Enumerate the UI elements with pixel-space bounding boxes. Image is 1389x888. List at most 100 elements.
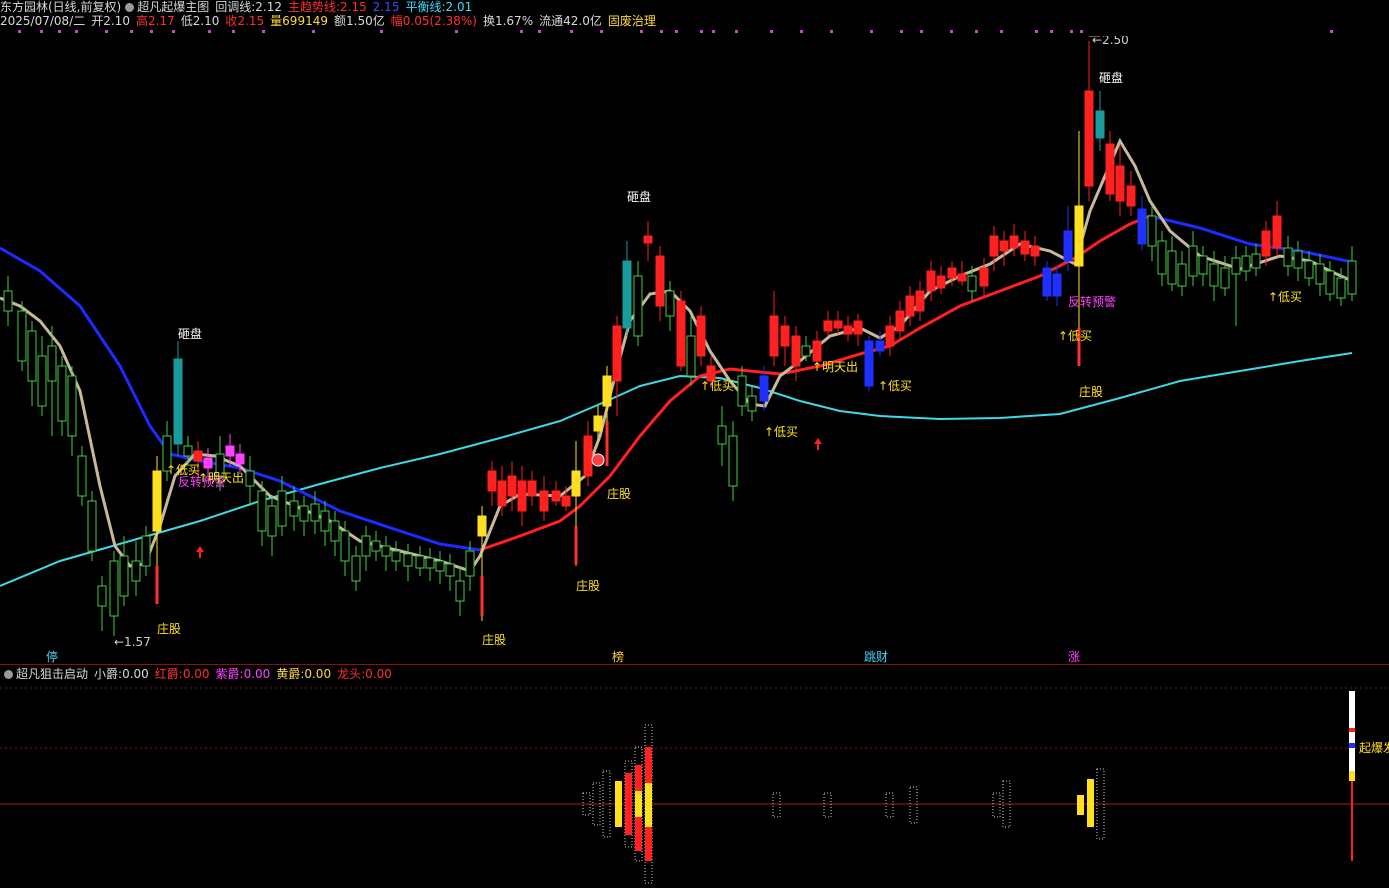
candle-body [57, 365, 67, 422]
low-label: 低 [180, 14, 193, 28]
candle-body [633, 275, 643, 337]
candle-body [1241, 255, 1251, 272]
retrace-line [0, 137, 1353, 573]
signal-dot [262, 30, 265, 33]
candle-body [277, 490, 287, 527]
candle-body [1042, 267, 1052, 297]
indicator-name[interactable]: 超凡起爆主图 [137, 0, 209, 14]
float-value: 42.0亿 [563, 14, 602, 28]
candle-body [1198, 255, 1208, 275]
zijue-label: 紫爵: [215, 667, 244, 681]
candle-body [1272, 215, 1282, 249]
signal-dot [920, 30, 923, 33]
smash-label: 砸盘 [627, 189, 651, 204]
candle-body [340, 530, 350, 562]
turnover-label: 换 [482, 14, 495, 28]
tag-halt-label: 停 [46, 650, 59, 664]
candle-body [391, 550, 401, 562]
sector-label[interactable]: 固废治理 [608, 14, 656, 28]
signal-bar [1077, 795, 1084, 815]
candle-body [109, 560, 119, 617]
sub-indicator-chart[interactable]: 起爆发 [0, 683, 1389, 888]
candle-body [257, 490, 267, 532]
candle-body [477, 515, 487, 537]
zijue-value: 0.00 [243, 667, 271, 681]
tag-list[interactable]: 榜 [610, 650, 626, 664]
candle-body [361, 535, 371, 557]
candle-body [1063, 230, 1073, 262]
open-value: 2.10 [103, 14, 130, 28]
trend-value: 2.15 [340, 0, 367, 14]
candle-body [1304, 260, 1314, 279]
candle-body [27, 330, 37, 382]
signal-dot [675, 30, 678, 33]
candle-body [926, 270, 936, 292]
tag-rise[interactable]: 涨 [1066, 650, 1082, 664]
candle-body [1105, 143, 1115, 195]
retrace-value: 2.12 [255, 0, 282, 14]
signal-box [885, 792, 894, 818]
candle-body [1177, 263, 1187, 287]
huangjue-label: 黄爵: [276, 667, 305, 681]
signal-dot [18, 30, 21, 33]
blue-value: 2.15 [372, 0, 400, 14]
indicator-settings-icon[interactable] [4, 670, 13, 679]
candle-body [737, 375, 747, 407]
candle-body [1084, 90, 1094, 187]
candle-body [203, 457, 213, 469]
candle-body [1347, 260, 1357, 295]
signal-dot [800, 30, 803, 33]
candle-body [245, 470, 255, 487]
candle-body [833, 320, 843, 329]
trend-label: 主趋势线: [287, 0, 341, 14]
candle-body [1315, 263, 1325, 285]
candle-body [895, 310, 905, 332]
candle-body [415, 555, 425, 569]
candle-body [1231, 257, 1241, 275]
panel-divider[interactable] [0, 664, 1389, 665]
candle-body [812, 340, 822, 362]
sell-tomorrow-label: ↑明天出 [812, 360, 858, 374]
signal-bar [615, 781, 622, 827]
candle-body [330, 520, 340, 542]
low-buy-label: ↑低买 [1268, 290, 1302, 304]
candle-body [193, 450, 203, 462]
signal-dots-row [18, 30, 1333, 33]
balance-value: 2.01 [445, 0, 473, 14]
tag-halt[interactable]: 停 [44, 650, 60, 664]
signal-dot [312, 30, 315, 33]
tag-jump[interactable]: 跳财 [862, 650, 890, 664]
candle-body [780, 325, 790, 347]
signal-dot [712, 30, 715, 33]
stock-title[interactable]: 东方园林(日线,前复权) [0, 0, 121, 14]
dealer-label: 庄股 [482, 632, 506, 647]
candle-body [686, 335, 696, 377]
candle-body [381, 545, 391, 557]
candle-body [696, 315, 706, 357]
candle-body [999, 240, 1009, 252]
candle-body [445, 563, 455, 577]
tag-jump-label: 跳财 [864, 650, 889, 664]
candle-body [497, 480, 507, 507]
kline-chart[interactable]: 砸盘砸盘砸盘↑低买↑低买↑低买↑低买↑低买↑低买反转预警反转预警↑明天出↑明天出… [0, 36, 1389, 664]
candle-body [979, 267, 989, 287]
candle-body [561, 495, 571, 507]
signal-dot [700, 30, 703, 33]
candle-body [665, 290, 675, 317]
signal-dot [1080, 30, 1083, 33]
signal-dot [1330, 30, 1333, 33]
candle-body [37, 355, 47, 407]
indicator-panel-name[interactable]: 超凡狙击启动 [16, 667, 88, 681]
candle-body [915, 290, 925, 312]
candle-body [1126, 185, 1136, 207]
signal-dot [570, 30, 573, 33]
candle-body [77, 455, 87, 497]
candle-body [1020, 240, 1030, 255]
signal-box [823, 792, 832, 818]
signal-dot [600, 30, 603, 33]
settings-circle-icon[interactable] [125, 3, 135, 12]
close-value: 2.15 [237, 14, 265, 28]
candle-body [119, 555, 129, 597]
candle-body [1157, 240, 1167, 275]
signal-dot [830, 30, 833, 33]
